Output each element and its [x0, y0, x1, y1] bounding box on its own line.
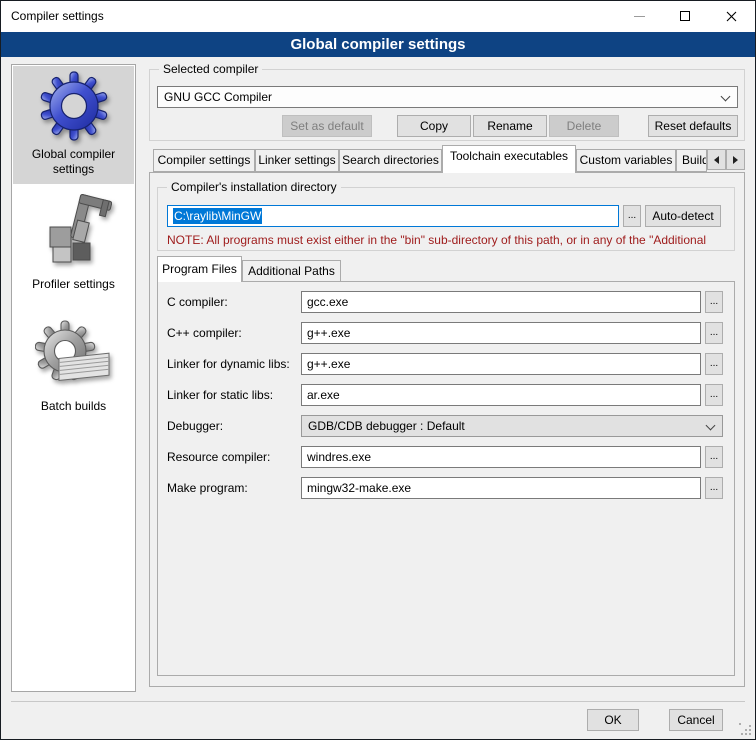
cpp-compiler-browse-button[interactable]: ...: [705, 322, 723, 344]
page-title: Global compiler settings: [1, 32, 755, 57]
make-program-input[interactable]: mingw32-make.exe: [301, 477, 701, 499]
minimize-button[interactable]: [616, 1, 662, 31]
selected-text: C:\raylib\MinGW: [173, 208, 262, 224]
c-compiler-browse-button[interactable]: ...: [705, 291, 723, 313]
static-linker-label: Linker for static libs:: [167, 388, 273, 402]
sidebar-item-label: Batch builds: [22, 399, 126, 414]
tab-custom-variables[interactable]: Custom variables: [576, 149, 676, 172]
grey-gear-stack-icon: [35, 319, 113, 393]
ok-button[interactable]: OK: [587, 709, 639, 731]
tab-scroll-left-button[interactable]: [707, 149, 726, 170]
cancel-button[interactable]: Cancel: [669, 709, 723, 731]
tab-linker-settings[interactable]: Linker settings: [255, 149, 339, 172]
copy-button[interactable]: Copy: [397, 115, 471, 137]
field-value: g++.exe: [307, 326, 350, 340]
static-linker-browse-button[interactable]: ...: [705, 384, 723, 406]
resource-compiler-label: Resource compiler:: [167, 450, 270, 464]
c-compiler-input[interactable]: gcc.exe: [301, 291, 701, 313]
resource-compiler-browse-button[interactable]: ...: [705, 446, 723, 468]
minimize-icon: [634, 16, 645, 17]
field-value: ar.exe: [307, 388, 340, 402]
rename-button[interactable]: Rename: [473, 115, 547, 137]
install-dir-input[interactable]: C:\raylib\MinGW: [167, 205, 619, 227]
cpp-compiler-input[interactable]: g++.exe: [301, 322, 701, 344]
auto-detect-button[interactable]: Auto-detect: [645, 205, 721, 227]
debugger-select[interactable]: GDB/CDB debugger : Default: [301, 415, 723, 437]
dynamic-linker-label: Linker for dynamic libs:: [167, 357, 290, 371]
subtab-program-files[interactable]: Program Files: [157, 256, 242, 282]
field-value: GDB/CDB debugger : Default: [308, 419, 465, 433]
group-label: Selected compiler: [159, 62, 262, 76]
footer-divider: [11, 701, 745, 702]
selected-compiler-value: GNU GCC Compiler: [164, 90, 272, 104]
settings-category-list: Global compiler settings Profiler settin…: [11, 64, 136, 692]
tab-build-options[interactable]: Build options: [676, 149, 707, 172]
chevron-down-icon: [721, 92, 731, 102]
titlebar[interactable]: Compiler settings: [1, 1, 755, 32]
make-program-browse-button[interactable]: ...: [705, 477, 723, 499]
tab-scroll-right-button[interactable]: [726, 149, 745, 170]
resource-compiler-input[interactable]: windres.exe: [301, 446, 701, 468]
field-value: mingw32-make.exe: [307, 481, 411, 495]
debugger-label: Debugger:: [167, 419, 223, 433]
cpp-compiler-label: C++ compiler:: [167, 326, 242, 340]
group-label: Compiler's installation directory: [167, 180, 341, 194]
tab-toolchain-executables[interactable]: Toolchain executables: [442, 145, 576, 173]
reset-defaults-button[interactable]: Reset defaults: [648, 115, 738, 137]
tab-search-directories[interactable]: Search directories: [339, 149, 442, 172]
dynamic-linker-input[interactable]: g++.exe: [301, 353, 701, 375]
caliper-tool-icon: [36, 191, 112, 271]
close-icon: [726, 11, 737, 22]
sidebar-item-profiler-settings[interactable]: Profiler settings: [13, 191, 134, 292]
field-value: windres.exe: [307, 450, 371, 464]
field-value: gcc.exe: [307, 295, 348, 309]
tab-compiler-settings[interactable]: Compiler settings: [153, 149, 255, 172]
static-linker-input[interactable]: ar.exe: [301, 384, 701, 406]
window-title: Compiler settings: [11, 9, 104, 23]
sidebar-item-label: Profiler settings: [22, 277, 126, 292]
maximize-button[interactable]: [662, 1, 708, 31]
arrow-left-icon: [714, 156, 719, 164]
make-program-label: Make program:: [167, 481, 248, 495]
delete-button[interactable]: Delete: [549, 115, 619, 137]
resize-grip[interactable]: [739, 723, 751, 735]
sidebar-item-batch-builds[interactable]: Batch builds: [13, 319, 134, 414]
install-dir-browse-button[interactable]: ...: [623, 205, 641, 227]
field-value: g++.exe: [307, 357, 350, 371]
close-button[interactable]: [708, 1, 754, 31]
chevron-down-icon: [706, 421, 716, 431]
compiler-settings-window: Compiler settings Global compiler settin…: [0, 0, 756, 740]
arrow-right-icon: [733, 156, 738, 164]
subtab-additional-paths[interactable]: Additional Paths: [242, 260, 341, 282]
dynamic-linker-browse-button[interactable]: ...: [705, 353, 723, 375]
sidebar-item-label: Global compiler settings: [22, 147, 126, 177]
set-as-default-button[interactable]: Set as default: [282, 115, 372, 137]
c-compiler-label: C compiler:: [167, 295, 228, 309]
selected-compiler-select[interactable]: GNU GCC Compiler: [157, 86, 738, 108]
note-text: NOTE: All programs must exist either in …: [167, 233, 727, 247]
maximize-icon: [680, 11, 690, 21]
sidebar-item-global-compiler-settings[interactable]: Global compiler settings: [13, 70, 134, 177]
blue-gear-icon: [40, 70, 108, 144]
